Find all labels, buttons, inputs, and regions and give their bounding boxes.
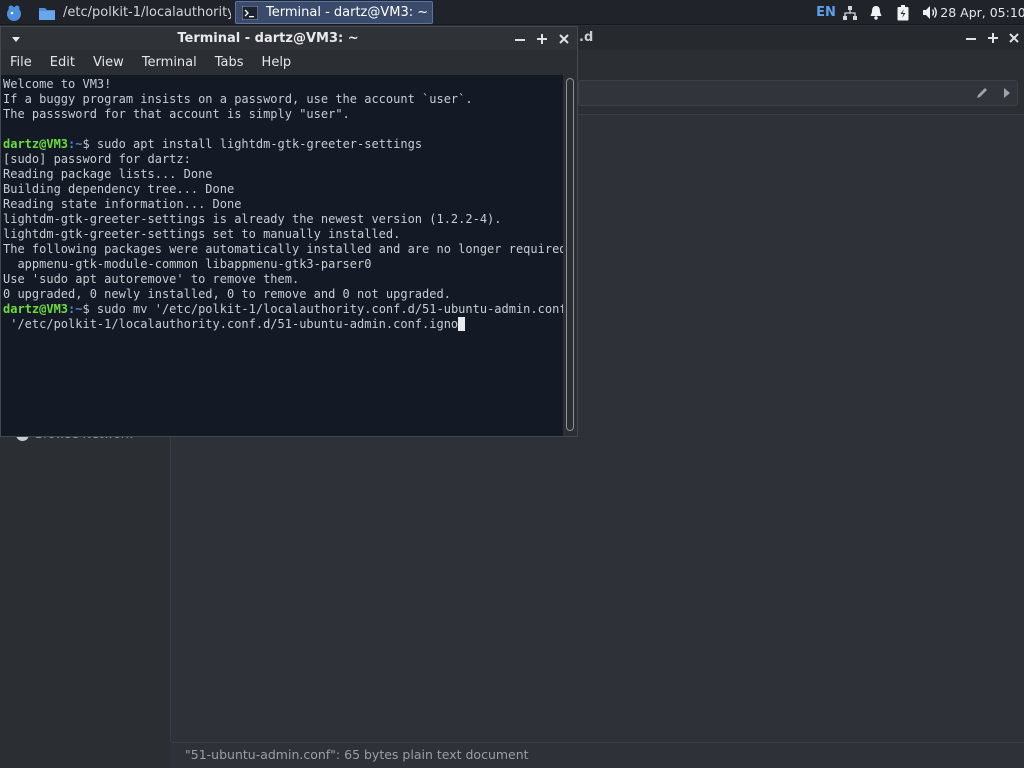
taskbar-item-file-manager[interactable]: /etc/polkit-1/localauthority.c... [33,1,231,24]
terminal-line: appmenu-gtk-module-common libappmenu-gtk… [3,257,372,271]
command-text: $ sudo apt install lightdm-gtk-greeter-s… [82,137,423,151]
close-button[interactable] [1005,29,1023,47]
terminal-window: Terminal - dartz@VM3: ~ File Edit View T… [0,26,578,437]
taskbar-item-label: /etc/polkit-1/localauthority.c... [63,5,231,20]
terminal-line: The passsword for that account is simply… [3,107,350,121]
maximize-button[interactable] [984,29,1002,47]
terminal-line: lightdm-gtk-greeter-settings is already … [3,212,502,226]
terminal-scrollbar[interactable] [563,75,577,436]
chevron-right-icon[interactable] [1003,88,1011,98]
terminal-line: [sudo] password for dartz: [3,152,191,166]
menu-view[interactable]: View [84,55,133,70]
taskbar-item-terminal[interactable]: Terminal - dartz@VM3: ~ [235,1,433,24]
network-icon[interactable] [840,0,860,25]
location-bar[interactable] [578,80,1018,106]
minimize-button[interactable] [962,29,980,47]
terminal-line: The following packages were automaticall… [3,242,563,256]
prompt-path: :~ [68,137,83,151]
command-continuation: '/etc/polkit-1/localauthority.conf.d/51-… [3,317,459,331]
top-panel: /etc/polkit-1/localauthority.c... Termin… [0,0,1024,25]
terminal-title: Terminal - dartz@VM3: ~ [177,31,359,46]
folder-icon [39,7,55,20]
menu-help[interactable]: Help [253,55,301,70]
maximize-button[interactable] [533,30,551,48]
background-window-titlebar[interactable]: .d [578,26,1024,50]
menu-edit[interactable]: Edit [41,55,84,70]
minimize-button[interactable] [511,30,529,48]
pencil-edit-icon[interactable] [975,86,989,100]
applications-menu-button[interactable] [3,2,25,23]
battery-charging-icon[interactable] [893,0,913,25]
terminal-titlebar[interactable]: Terminal - dartz@VM3: ~ [1,27,577,50]
prompt-user: dartz@VM3 [3,137,69,151]
clock[interactable]: 28 Apr, 05:10 [940,0,1024,25]
scrollbar-thumb[interactable] [566,78,574,431]
close-button[interactable] [555,30,573,48]
menu-terminal[interactable]: Terminal [133,55,206,70]
xfce-mouse-icon [7,5,21,21]
command-text: $ sudo mv '/etc/polkit-1/localauthority.… [82,302,563,316]
background-window-title: .d [579,30,594,45]
terminal-line: Welcome to VM3! [3,77,112,91]
terminal-line: Reading package lists... Done [3,167,213,181]
keyboard-layout-indicator[interactable]: EN [814,0,838,25]
terminal-menubar: File Edit View Terminal Tabs Help [1,50,577,75]
text-cursor [458,317,466,331]
menu-file[interactable]: File [1,55,41,70]
terminal-line: If a buggy program insists on a password… [3,92,473,106]
terminal-line: Building dependency tree... Done [3,182,235,196]
terminal-line: Reading state information... Done [3,197,242,211]
terminal-output[interactable]: Welcome to VM3! If a buggy program insis… [1,75,563,436]
taskbar-item-label: Terminal - dartz@VM3: ~ [266,5,429,20]
menu-tabs[interactable]: Tabs [206,55,253,70]
status-bar: "51-ubuntu-admin.conf": 65 bytes plain t… [171,742,1024,768]
terminal-icon [242,5,258,20]
terminal-line: lightdm-gtk-greeter-settings set to manu… [3,227,401,241]
prompt-user: dartz@VM3 [3,302,69,316]
notifications-bell-icon[interactable] [866,0,886,25]
terminal-line: Use 'sudo apt autoremove' to remove them… [3,272,300,286]
volume-icon[interactable] [919,0,941,25]
terminal-line: 0 upgraded, 0 newly installed, 0 to remo… [3,287,451,301]
prompt-path: :~ [68,302,83,316]
